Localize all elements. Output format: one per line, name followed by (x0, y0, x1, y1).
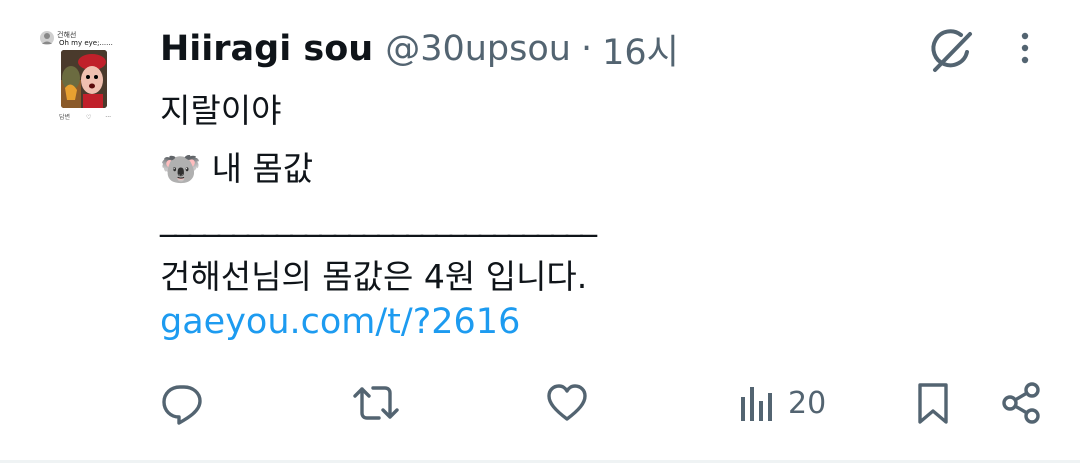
retweet-icon (353, 386, 399, 420)
tweet-header: Hiiragi sou @30upsou · 16시 (160, 24, 679, 75)
separator-dot: · (580, 29, 593, 69)
mini-picture (61, 50, 107, 108)
share-icon (1002, 382, 1040, 424)
mini-tweet-text: Oh my eye;...... (59, 39, 113, 47)
bookmark-button[interactable] (913, 380, 953, 426)
heart-icon (547, 384, 587, 421)
text-divider-line: ______________________________ (160, 198, 597, 237)
tweet-text-line: 🐨 내 몸값 (160, 149, 314, 188)
display-name[interactable]: Hiiragi sou (160, 29, 373, 69)
mini-actions: 답변 ♡ ··· (59, 112, 111, 121)
retweet-button[interactable] (352, 380, 400, 426)
mini-heart-icon: ♡ (85, 114, 92, 121)
tweet-link[interactable]: gaeyou.com/t/?2616 (160, 302, 520, 342)
grok-icon[interactable] (926, 26, 976, 76)
mini-more-icon: ··· (105, 114, 112, 121)
user-handle[interactable]: @30upsou (385, 29, 571, 69)
views-count: 20 (788, 385, 827, 421)
reply-icon (162, 385, 202, 425)
mini-reply-label: 답변 (59, 114, 71, 121)
share-button[interactable] (1000, 380, 1044, 426)
timestamp[interactable]: 16시 (602, 24, 679, 75)
avatar[interactable]: 건해선 Oh my eye;...... 답변 ♡ ··· (37, 26, 131, 122)
tweet-text-line: 지랄이야 (160, 91, 282, 130)
bookmark-icon (918, 383, 948, 424)
more-vertical-icon[interactable] (1010, 28, 1040, 68)
mini-avatar-icon (40, 31, 54, 45)
analytics-icon (741, 387, 772, 421)
views-button[interactable]: 20 (738, 380, 826, 426)
tweet-text-line: 건해선님의 몸값은 4원 입니다. (160, 257, 588, 296)
like-button[interactable] (545, 380, 589, 426)
reply-button[interactable] (160, 380, 204, 426)
